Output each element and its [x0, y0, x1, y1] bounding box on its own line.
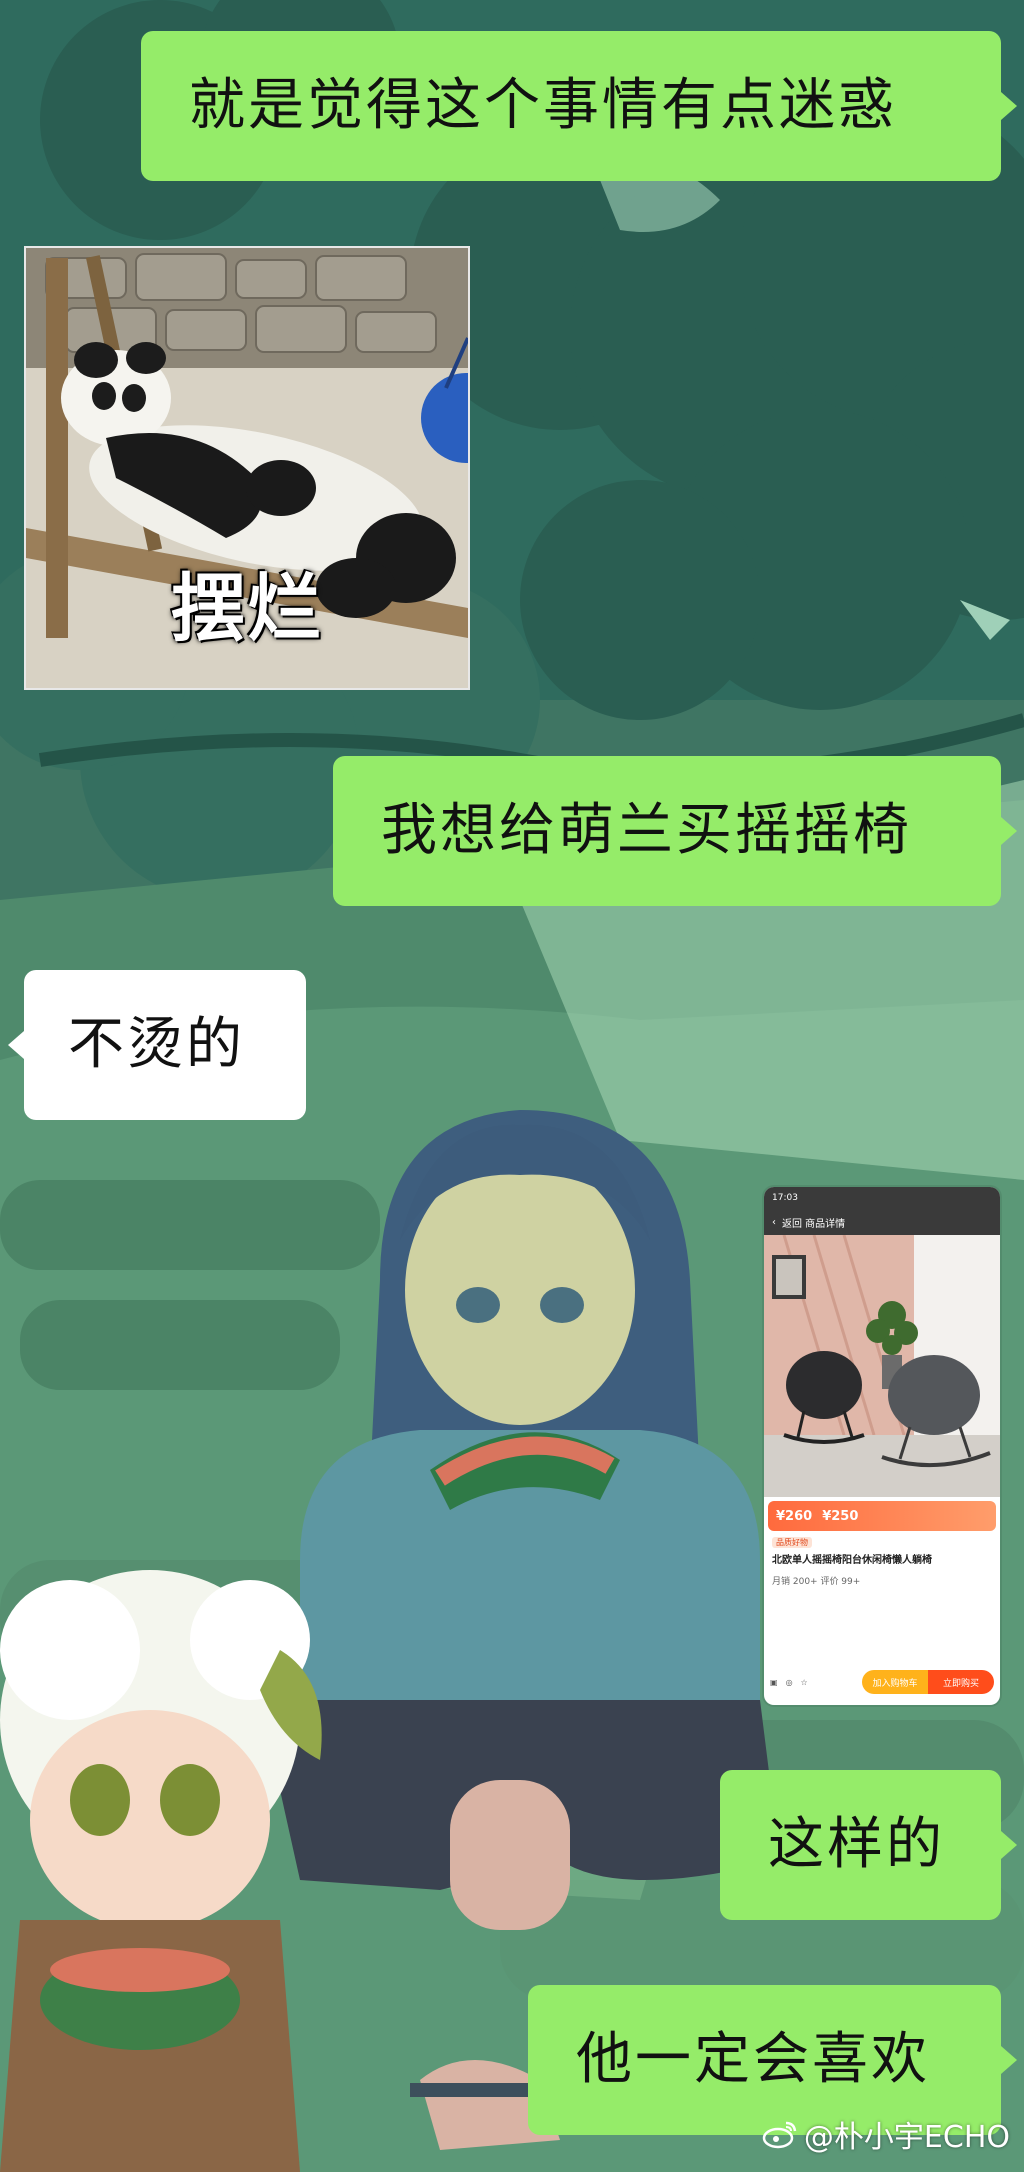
product-screenshot-image[interactable]: 17:03 ‹ 返回 商品详情 ¥260 ¥250 品质好物 北欧单人摇摇椅阳台…	[764, 1187, 1000, 1705]
screenshot-status-bar: 17:03	[764, 1187, 1000, 1209]
status-time: 17:03	[772, 1193, 798, 1203]
product-meta: 月销 200+ 评价 99+	[772, 1576, 861, 1587]
message-bubble-outgoing[interactable]: 这样的	[720, 1770, 1017, 1920]
screenshot-title: 返回 商品详情	[782, 1218, 846, 1230]
price-orig: ¥250	[822, 1508, 859, 1524]
weibo-watermark: @朴小宇ECHO	[762, 2112, 1010, 2156]
service-icon: ◎	[785, 1677, 793, 1687]
screenshot-bottom-bar: ▣ ◎ ☆ 加入购物车 立即购买	[764, 1665, 1000, 1699]
favorite-icon: ☆	[800, 1677, 808, 1687]
buy-now-button: 立即购买	[928, 1670, 994, 1694]
panda-sticker-image[interactable]: 摆烂	[24, 246, 470, 690]
screenshot-title-bar: ‹ 返回 商品详情	[764, 1209, 1000, 1235]
message-bubble-incoming[interactable]: 不烫的	[8, 970, 306, 1120]
message-text: 这样的	[768, 1812, 945, 1877]
message-text: 就是觉得这个事情有点迷惑	[189, 73, 897, 138]
product-info: 品质好物 北欧单人摇摇椅阳台休闲椅懒人躺椅 月销 200+ 评价 99+	[772, 1537, 992, 1588]
watermark-text: @朴小宇ECHO	[803, 2120, 1010, 2155]
price-banner: ¥260 ¥250	[768, 1501, 996, 1531]
message-bubble-outgoing[interactable]: 就是觉得这个事情有点迷惑	[141, 31, 1017, 181]
message-text: 不烫的	[68, 1012, 245, 1077]
product-name: 北欧单人摇摇椅阳台休闲椅懒人躺椅	[772, 1554, 932, 1566]
message-text: 他一定会喜欢	[576, 2027, 930, 2092]
add-to-cart-button: 加入购物车	[862, 1670, 928, 1694]
weibo-logo-icon	[762, 2121, 797, 2149]
price-now: ¥260	[776, 1508, 813, 1524]
store-icon: ▣	[770, 1677, 778, 1687]
message-text: 我想给萌兰买摇摇椅	[381, 798, 912, 863]
sticker-caption: 摆烂	[171, 566, 323, 652]
message-bubble-outgoing[interactable]: 我想给萌兰买摇摇椅	[333, 756, 1017, 906]
rocking-chair-photo	[764, 1235, 1000, 1497]
back-arrow-icon: ‹	[772, 1216, 776, 1228]
product-tag: 品质好物	[772, 1537, 812, 1549]
chat-window: 就是觉得这个事情有点迷惑 摆烂 我想给萌兰买摇摇椅 不烫的 17:03 ‹ 返回…	[0, 0, 1024, 2172]
